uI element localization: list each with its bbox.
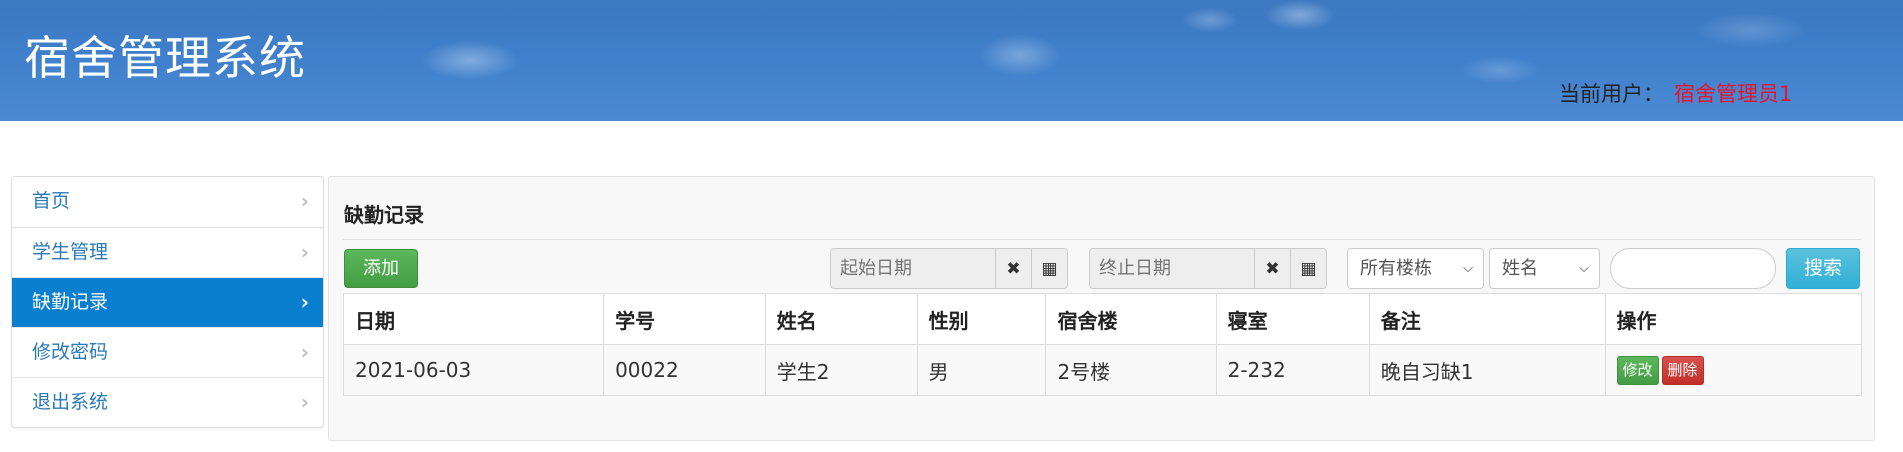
sidebar-item-label: 退出系统 bbox=[32, 391, 109, 413]
chevron-down-icon: ⌵ bbox=[1463, 261, 1473, 276]
building-select[interactable]: 所有楼栋 ⌵ bbox=[1347, 248, 1484, 289]
chevron-right-icon: › bbox=[300, 390, 309, 414]
column-header: 寝室 bbox=[1215, 293, 1370, 345]
divider bbox=[343, 239, 1861, 240]
cell-gender: 男 bbox=[916, 344, 1047, 396]
sidebar-item-home[interactable]: 首页 › bbox=[12, 177, 323, 227]
sidebar-item-label: 修改密码 bbox=[32, 341, 109, 363]
cell-note: 晚自习缺1 bbox=[1368, 344, 1606, 396]
end-date-input[interactable] bbox=[1090, 249, 1254, 288]
sidebar-item-students[interactable]: 学生管理 › bbox=[12, 227, 323, 277]
end-date-group: ✖ ▦ bbox=[1089, 248, 1327, 289]
cell-name: 学生2 bbox=[764, 344, 918, 396]
edit-button[interactable]: 修改 bbox=[1616, 355, 1659, 385]
start-date-input[interactable] bbox=[831, 249, 995, 288]
current-user-info: 当前用户： 宿舍管理员1 bbox=[1559, 78, 1792, 108]
chevron-right-icon: › bbox=[300, 240, 309, 264]
sidebar-item-absence[interactable]: 缺勤记录 › bbox=[12, 277, 323, 327]
search-input[interactable] bbox=[1610, 248, 1776, 289]
calendar-icon[interactable]: ▦ bbox=[1031, 249, 1067, 288]
column-header: 备注 bbox=[1368, 293, 1606, 345]
column-header: 日期 bbox=[342, 293, 605, 345]
sidebar-item-label: 首页 bbox=[32, 190, 71, 212]
cell-date: 2021-06-03 bbox=[342, 344, 605, 396]
sidebar-item-label: 缺勤记录 bbox=[32, 291, 109, 313]
sidebar-nav: 首页 › 学生管理 › 缺勤记录 › 修改密码 › 退出系统 › bbox=[11, 176, 324, 428]
clear-icon[interactable]: ✖ bbox=[1254, 249, 1290, 288]
app-title: 宿舍管理系统 bbox=[24, 31, 306, 85]
search-field-select[interactable]: 姓名 ⌵ bbox=[1489, 248, 1600, 289]
search-field-select-value: 姓名 bbox=[1502, 258, 1538, 279]
table-header-row: 日期 学号 姓名 性别 宿舍楼 寝室 备注 操作 bbox=[342, 293, 1862, 345]
column-header: 姓名 bbox=[764, 293, 918, 345]
current-user-name: 宿舍管理员1 bbox=[1674, 82, 1793, 106]
column-header: 宿舍楼 bbox=[1045, 293, 1217, 345]
header-banner: 宿舍管理系统 当前用户： 宿舍管理员1 bbox=[0, 0, 1903, 121]
delete-button[interactable]: 删除 bbox=[1661, 355, 1704, 385]
sidebar-item-logout[interactable]: 退出系统 › bbox=[12, 377, 323, 427]
absence-panel: 缺勤记录 添加 ✖ ▦ ✖ ▦ 所有楼栋 ⌵ 姓名 ⌵ 搜索 日期 学号 姓名 … bbox=[328, 176, 1875, 441]
chevron-right-icon: › bbox=[300, 290, 309, 314]
absence-table: 日期 学号 姓名 性别 宿舍楼 寝室 备注 操作 2021-06-03 0002… bbox=[342, 293, 1862, 396]
panel-title: 缺勤记录 bbox=[344, 203, 424, 227]
chevron-right-icon: › bbox=[300, 340, 309, 364]
column-header: 性别 bbox=[916, 293, 1047, 345]
table-row: 2021-06-03 00022 学生2 男 2号楼 2-232 晚自习缺1 修… bbox=[342, 344, 1862, 396]
chevron-right-icon: › bbox=[300, 189, 309, 213]
sidebar-item-label: 学生管理 bbox=[32, 241, 109, 263]
cell-actions: 修改 删除 bbox=[1604, 344, 1862, 396]
calendar-icon[interactable]: ▦ bbox=[1290, 249, 1326, 288]
chevron-down-icon: ⌵ bbox=[1579, 261, 1589, 276]
column-header: 学号 bbox=[603, 293, 766, 345]
cell-room: 2-232 bbox=[1215, 344, 1370, 396]
column-header: 操作 bbox=[1604, 293, 1862, 345]
sidebar-item-password[interactable]: 修改密码 › bbox=[12, 327, 323, 377]
start-date-group: ✖ ▦ bbox=[830, 248, 1068, 289]
cell-building: 2号楼 bbox=[1045, 344, 1217, 396]
building-select-value: 所有楼栋 bbox=[1360, 258, 1432, 279]
clear-icon[interactable]: ✖ bbox=[995, 249, 1031, 288]
cell-student-no: 00022 bbox=[603, 344, 766, 396]
search-button[interactable]: 搜索 bbox=[1786, 248, 1860, 289]
add-button[interactable]: 添加 bbox=[344, 249, 418, 288]
current-user-label: 当前用户： bbox=[1559, 82, 1664, 106]
